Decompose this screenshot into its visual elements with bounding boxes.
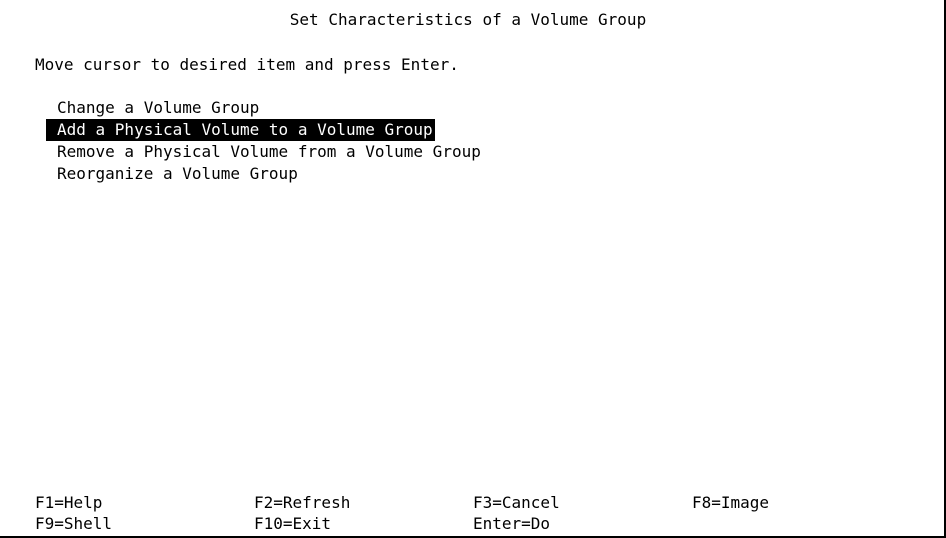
menu-item-remove-physical-volume[interactable]: Remove a Physical Volume from a Volume G… <box>46 141 483 163</box>
f1-help-key[interactable]: F1=Help <box>35 492 102 513</box>
screen-title: Set Characteristics of a Volume Group <box>289 10 647 29</box>
smit-terminal-screen: Set Characteristics of a Volume Group Mo… <box>0 0 946 538</box>
menu-item-add-physical-volume[interactable]: Add a Physical Volume to a Volume Group <box>46 119 435 141</box>
function-key-row-2: F9=Shell F10=Exit Enter=Do <box>35 513 935 534</box>
instructions-text: Move cursor to desired item and press En… <box>35 55 459 74</box>
f9-shell-key[interactable]: F9=Shell <box>35 513 112 534</box>
f3-cancel-key[interactable]: F3=Cancel <box>473 492 560 513</box>
f2-refresh-key[interactable]: F2=Refresh <box>254 492 350 513</box>
f10-exit-key[interactable]: F10=Exit <box>254 513 331 534</box>
menu-list: Change a Volume Group Add a Physical Vol… <box>46 97 483 185</box>
function-key-bar: F1=Help F2=Refresh F3=Cancel F8=Image F9… <box>35 492 935 534</box>
menu-item-reorganize-volume-group[interactable]: Reorganize a Volume Group <box>46 163 300 185</box>
function-key-row-1: F1=Help F2=Refresh F3=Cancel F8=Image <box>35 492 935 513</box>
enter-do-key[interactable]: Enter=Do <box>473 513 550 534</box>
menu-item-change-volume-group[interactable]: Change a Volume Group <box>46 97 261 119</box>
f8-image-key[interactable]: F8=Image <box>692 492 769 513</box>
